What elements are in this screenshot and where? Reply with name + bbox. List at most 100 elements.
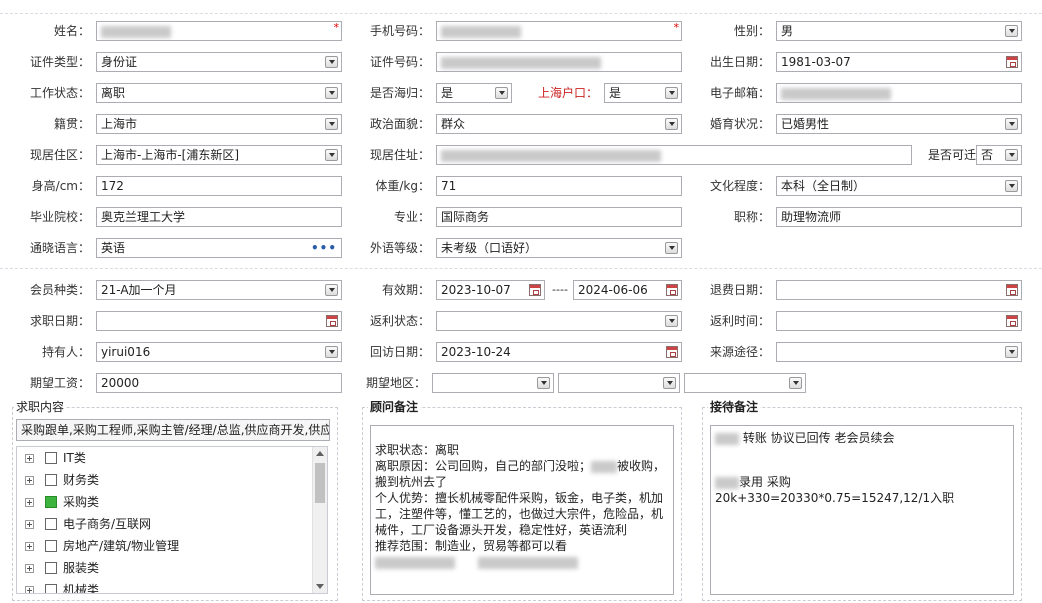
chevron-down-icon[interactable]	[1005, 149, 1018, 161]
tree-scrollbar[interactable]	[312, 447, 327, 593]
can-transfer-value: 否	[981, 148, 994, 162]
lang-level-select[interactable]: 未考级（口语好）	[436, 238, 682, 258]
expand-icon[interactable]	[25, 520, 34, 529]
id-type-select[interactable]: 身份证	[96, 52, 342, 72]
member-type-select[interactable]: 21-A加一个月	[96, 280, 342, 300]
checkbox[interactable]	[45, 584, 57, 593]
education-select[interactable]: 本科（全日制）	[776, 176, 1022, 196]
scroll-up-icon[interactable]	[316, 451, 324, 456]
checkbox[interactable]	[45, 452, 57, 464]
chevron-down-icon[interactable]	[665, 118, 678, 130]
scroll-thumb[interactable]	[315, 463, 325, 503]
id-no-input[interactable]	[436, 52, 682, 72]
email-input[interactable]	[776, 83, 1022, 103]
native-select[interactable]: 上海市	[96, 114, 342, 134]
calendar-icon[interactable]	[326, 315, 338, 327]
region-district-select[interactable]	[684, 373, 806, 393]
job-content-summary[interactable]: 采购跟单,采购工程师,采购主管/经理/总监,供应商开发,供应	[16, 419, 330, 441]
calendar-icon[interactable]	[666, 346, 678, 358]
calendar-icon[interactable]	[1006, 315, 1018, 327]
chevron-down-icon[interactable]	[325, 346, 338, 358]
expand-icon[interactable]	[25, 564, 34, 573]
gender-select[interactable]: 男	[776, 21, 1022, 41]
residence-area-select[interactable]: 上海市-上海市-[浦东新区]	[96, 145, 342, 165]
refund-date-input[interactable]	[776, 280, 1022, 300]
chevron-down-icon[interactable]	[537, 377, 550, 389]
checkbox[interactable]	[45, 518, 57, 530]
visit-date-input[interactable]: 2023-10-24	[436, 342, 682, 362]
chevron-down-icon[interactable]	[1005, 25, 1018, 37]
can-transfer-select[interactable]: 否	[976, 145, 1022, 165]
politics-select[interactable]: 群众	[436, 114, 682, 134]
more-icon[interactable]: •••	[311, 239, 337, 257]
holder-select[interactable]: yirui016	[96, 342, 342, 362]
reception-notes-textarea[interactable]: 转账 协议已回传 老会员续会 录用 采购 20k+330=20330*0.75=…	[710, 425, 1014, 595]
id-no-label: 证件号码：	[369, 55, 430, 69]
sh-hukou-select[interactable]: 是	[604, 83, 682, 103]
language-input[interactable]: 英语 •••	[96, 238, 342, 258]
weight-input[interactable]: 71	[436, 176, 682, 196]
work-status-select[interactable]: 离职	[96, 83, 342, 103]
title-input[interactable]: 助理物流师	[776, 207, 1022, 227]
checkbox-checked[interactable]	[45, 496, 57, 508]
phone-input[interactable]: *	[436, 21, 682, 41]
source-select[interactable]	[776, 342, 1022, 362]
marital-select[interactable]: 已婚男性	[776, 114, 1022, 134]
job-category-tree[interactable]: IT类 财务类 采购类 电子商务/互联网 房地产/建筑/物业管理 服装类 机械类	[16, 446, 328, 594]
scroll-down-icon[interactable]	[316, 584, 324, 589]
overseas-select[interactable]: 是	[436, 83, 512, 103]
calendar-icon[interactable]	[666, 284, 678, 296]
chevron-down-icon[interactable]	[325, 284, 338, 296]
note-text: 转账 协议已回传 老会员续会	[742, 431, 895, 445]
valid-label: 有效期：	[381, 283, 430, 297]
chevron-down-icon[interactable]	[789, 377, 802, 389]
chevron-down-icon[interactable]	[325, 87, 338, 99]
rebate-time-input[interactable]	[776, 311, 1022, 331]
school-input[interactable]: 奥克兰理工大学	[96, 207, 342, 227]
expand-icon[interactable]	[25, 498, 34, 507]
birth-date-input[interactable]: 1981-03-07	[776, 52, 1022, 72]
school-value: 奥克兰理工大学	[101, 210, 186, 224]
salary-input[interactable]: 20000	[96, 373, 342, 393]
calendar-icon[interactable]	[1006, 56, 1018, 68]
lang-level-value: 未考级（口语好）	[441, 241, 538, 255]
chevron-down-icon[interactable]	[663, 377, 676, 389]
address-input[interactable]	[436, 145, 912, 165]
expand-icon[interactable]	[25, 542, 34, 551]
chevron-down-icon[interactable]	[1005, 180, 1018, 192]
chevron-down-icon[interactable]	[665, 242, 678, 254]
expand-icon[interactable]	[25, 586, 34, 593]
redacted-id	[441, 56, 601, 69]
chevron-down-icon[interactable]	[665, 315, 678, 327]
major-input[interactable]: 国际商务	[436, 207, 682, 227]
expand-icon[interactable]	[25, 454, 34, 463]
chevron-down-icon[interactable]	[325, 118, 338, 130]
expand-icon[interactable]	[25, 476, 34, 485]
chevron-down-icon[interactable]	[325, 149, 338, 161]
name-input[interactable]: *	[96, 21, 342, 41]
chevron-down-icon[interactable]	[665, 87, 678, 99]
source-label: 来源途径：	[709, 345, 770, 359]
job-date-input[interactable]	[96, 311, 342, 331]
advisor-notes-textarea[interactable]: 求职状态：离职 离职原因：公司回购，自己的部门没啦； 被收购， 搬到杭州去了 个人…	[370, 425, 674, 595]
checkbox[interactable]	[45, 474, 57, 486]
rebate-status-select[interactable]	[436, 311, 682, 331]
chevron-down-icon[interactable]	[1005, 346, 1018, 358]
weight-value: 71	[441, 179, 457, 193]
note-line: 工，注塑件等，懂工艺的，也做过大宗件，危险品，机	[375, 507, 664, 521]
height-input[interactable]: 172	[96, 176, 342, 196]
chevron-down-icon[interactable]	[495, 87, 508, 99]
required-mark: *	[333, 21, 340, 34]
calendar-icon[interactable]	[1006, 284, 1018, 296]
title-label: 职称：	[733, 210, 770, 224]
valid-from-input[interactable]: 2023-10-07	[436, 280, 545, 300]
chevron-down-icon[interactable]	[325, 56, 338, 68]
chevron-down-icon[interactable]	[1005, 118, 1018, 130]
valid-to-value: 2024-06-06	[578, 283, 648, 297]
calendar-icon[interactable]	[529, 284, 541, 296]
checkbox[interactable]	[45, 562, 57, 574]
region-province-select[interactable]	[432, 373, 554, 393]
valid-to-input[interactable]: 2024-06-06	[573, 280, 682, 300]
checkbox[interactable]	[45, 540, 57, 552]
region-city-select[interactable]	[558, 373, 680, 393]
